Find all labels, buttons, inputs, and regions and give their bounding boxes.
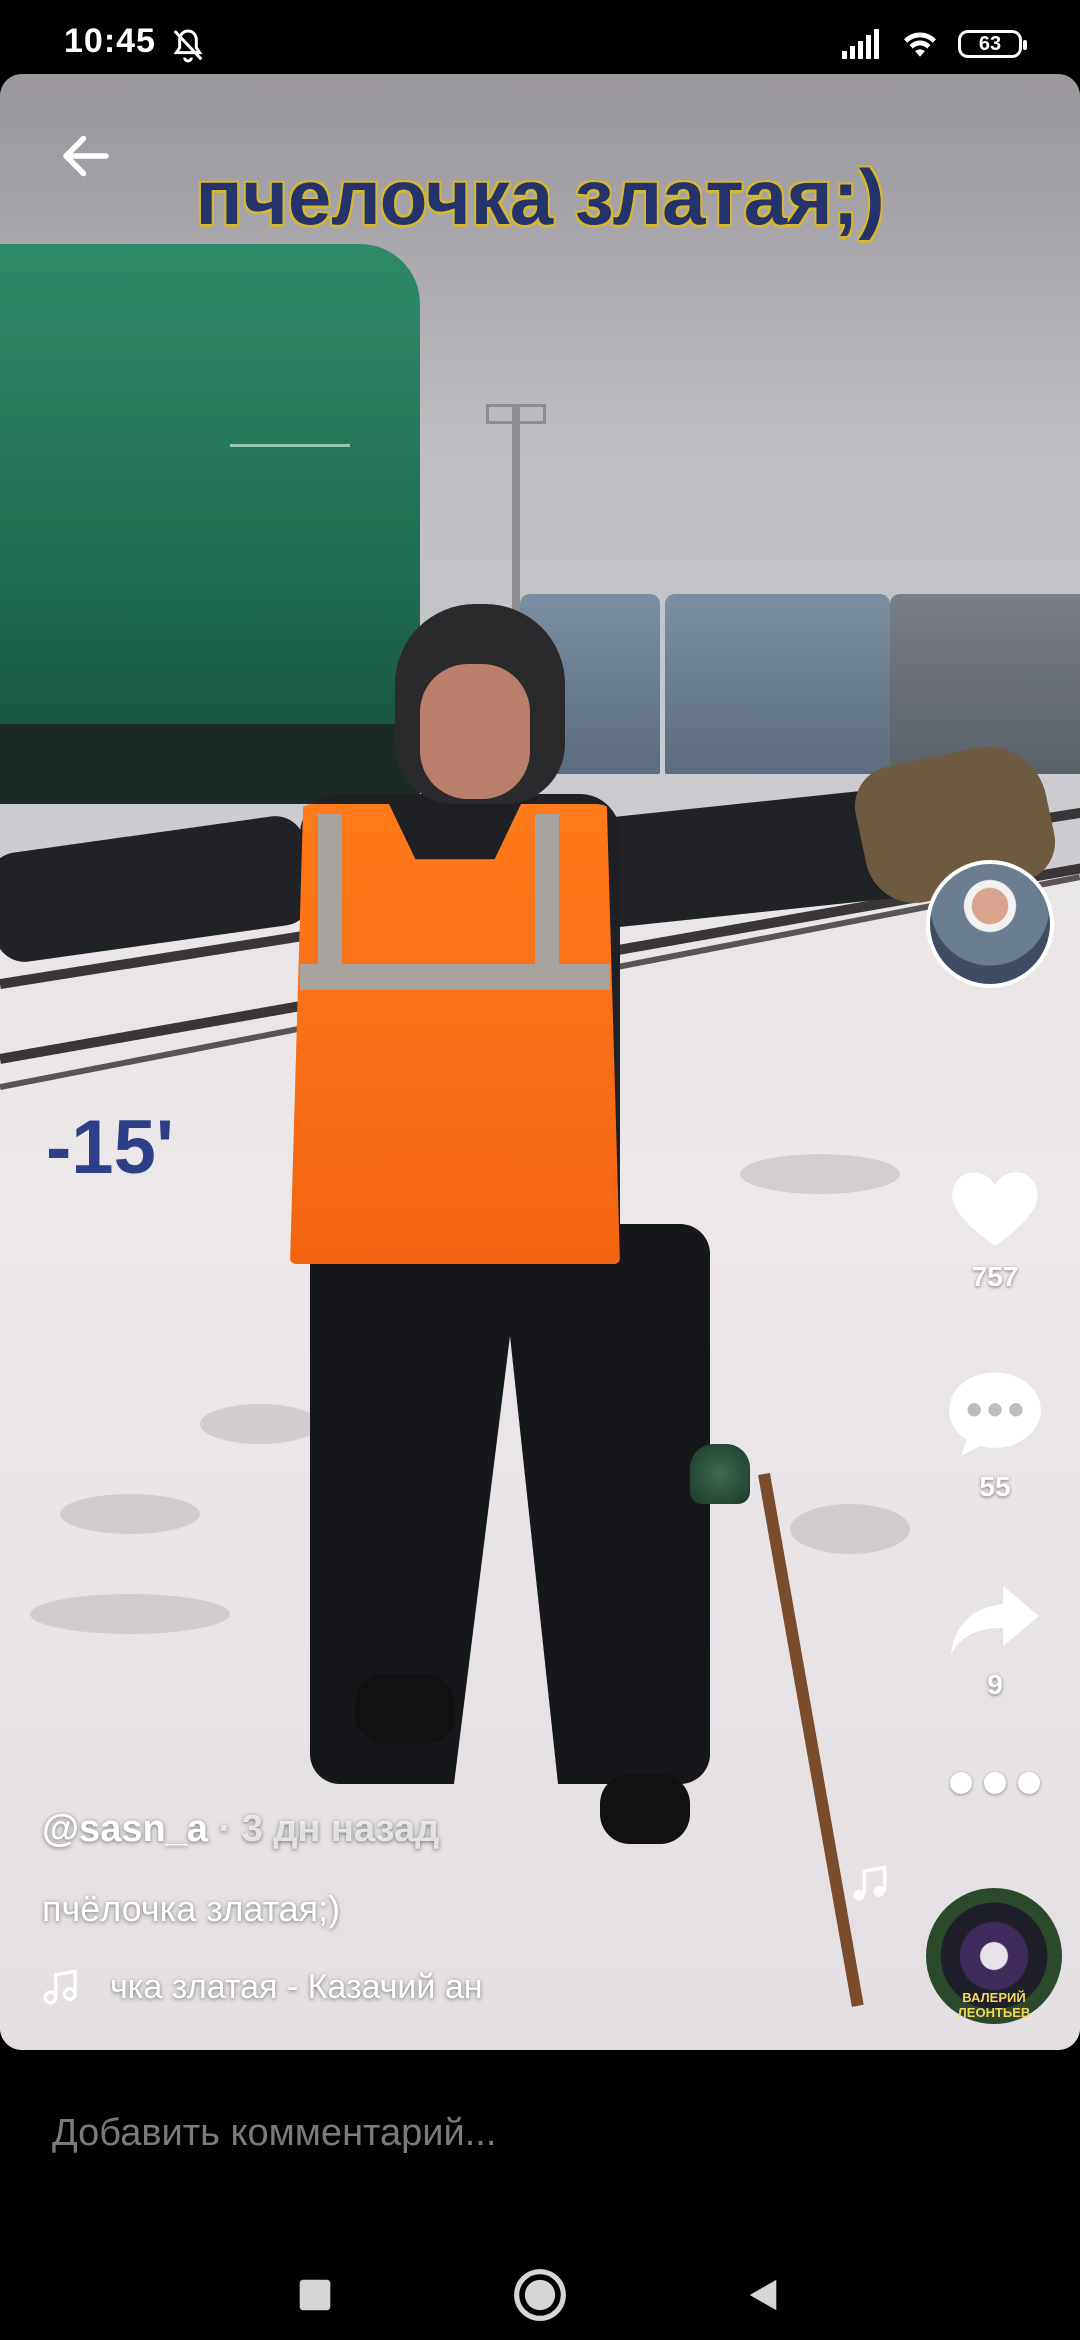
dot-icon [1018, 1772, 1040, 1794]
author-username[interactable]: @sasn_a [42, 1808, 208, 1850]
home-button[interactable] [505, 2260, 575, 2330]
vest-reflective-stripe [300, 964, 610, 990]
worker-boot [355, 1674, 455, 1744]
worker-face [420, 664, 530, 799]
snow-patch [790, 1504, 910, 1554]
vest-reflective-stripe [318, 814, 342, 984]
video-player[interactable]: пчелочка златая;) -15' [0, 74, 1080, 2050]
post-time: · 3 дн назад [207, 1808, 440, 1850]
status-time: 10:45 [64, 22, 156, 60]
green-train-car [0, 244, 420, 804]
heart-icon [952, 1172, 1038, 1246]
snow-patch [740, 1154, 900, 1194]
author-row: @sasn_a · 3 дн назад [42, 1808, 439, 1851]
circle-icon [514, 2269, 566, 2321]
back-button[interactable] [728, 2260, 798, 2330]
vest-reflective-stripe [535, 814, 559, 984]
wifi-icon [904, 32, 936, 57]
worker-boot [600, 1774, 690, 1844]
broom-head [690, 1444, 750, 1504]
battery-level: 63 [978, 32, 1002, 55]
music-note-icon [43, 1969, 77, 2005]
like-button[interactable]: 757 [940, 1160, 1050, 1293]
battery-icon: 63 [958, 30, 1027, 58]
dot-icon [984, 1772, 1006, 1794]
music-title: чка златая - Казачий ан [110, 1967, 483, 2006]
video-caption: пчелочка златая;) [195, 153, 885, 241]
wagon [665, 594, 890, 774]
square-icon [299, 2279, 331, 2311]
status-icons: 63 [842, 24, 1027, 64]
comment-count: 55 [979, 1471, 1011, 1502]
music-row[interactable]: чка златая - Казачий ан [40, 1966, 580, 2008]
dot-icon [950, 1772, 972, 1794]
author-avatar[interactable] [926, 860, 1054, 988]
video-temperature-label: -15' [46, 1105, 174, 1190]
train-undercarriage [0, 724, 420, 804]
snow-patch [200, 1404, 320, 1444]
share-count: 9 [987, 1669, 1003, 1700]
like-count: 757 [971, 1261, 1019, 1292]
snow-patch [30, 1594, 230, 1634]
train-markings [230, 444, 350, 477]
comment-button[interactable]: 55 [940, 1368, 1050, 1503]
music-note-icon [853, 1865, 887, 1901]
system-nav-bar [0, 2250, 1080, 2340]
music-disc-label: ВАЛЕРИЙ ЛЕОНТЬЕВ [957, 1990, 1031, 2020]
signal-icon [842, 29, 879, 59]
share-arrow-icon [951, 1586, 1039, 1654]
comment-bubble-icon [949, 1372, 1041, 1456]
comment-bar [0, 2050, 1080, 2250]
status-bar: 10:45 63 [0, 0, 1080, 80]
bell-muted-icon [173, 29, 203, 63]
comment-input[interactable] [50, 2102, 1034, 2164]
post-description: пчёлочка златая;) [42, 1888, 341, 1929]
back-arrow-icon[interactable] [56, 126, 116, 186]
recents-button[interactable] [280, 2260, 350, 2330]
snow-patch [60, 1494, 200, 1534]
triangle-back-icon [749, 2279, 777, 2311]
share-button[interactable]: 9 [940, 1578, 1050, 1701]
more-options-button[interactable] [950, 1768, 1040, 1798]
